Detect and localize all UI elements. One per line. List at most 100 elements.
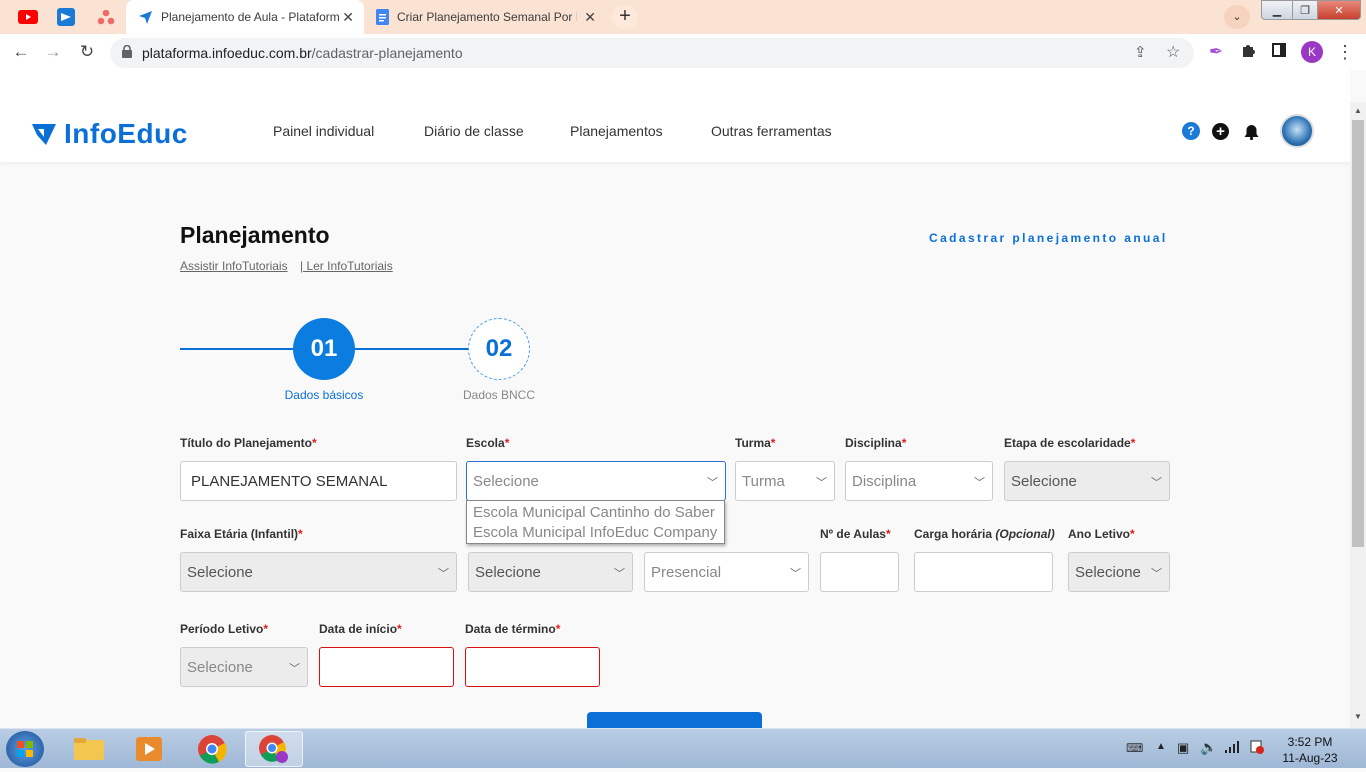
extension-quill-icon[interactable]: ✒	[1205, 42, 1227, 62]
chrome-icon[interactable]	[183, 731, 241, 767]
label-data-termino: Data de término*	[465, 622, 561, 636]
add-plus-icon[interactable]: +	[1212, 123, 1229, 140]
clock-date: 11-Aug-23	[1282, 751, 1338, 765]
volume-icon[interactable]: 🔈	[1200, 739, 1217, 756]
infoeduc-favicon-icon	[138, 10, 153, 25]
link-assistir-infotutoriais[interactable]: Assistir InfoTutoriais	[180, 259, 288, 273]
reload-icon[interactable]: ↻	[76, 42, 98, 62]
network-signal-icon[interactable]	[1224, 740, 1240, 759]
taskbar-clock[interactable]: 3:52 PM 11-Aug-23	[1276, 734, 1344, 766]
chevron-down-icon: ﹀	[1151, 477, 1162, 489]
escola-dropdown-list: Escola Municipal Cantinho do Saber Escol…	[466, 500, 725, 544]
lock-icon	[122, 44, 132, 63]
escola-option[interactable]: Escola Municipal InfoEduc Company	[473, 523, 724, 543]
tab-planejamento[interactable]: Planejamento de Aula - Plataform ✕	[126, 0, 364, 34]
pinned-tab-trello-icon[interactable]	[54, 6, 78, 28]
new-tab-button[interactable]: +	[612, 5, 638, 29]
label-data-inicio: Data de início*	[319, 622, 402, 636]
chevron-down-icon: ﹀	[614, 568, 625, 580]
tray-chevron-icon[interactable]: ▲	[1156, 741, 1166, 752]
select-middle[interactable]: Selecione ﹀	[468, 552, 633, 592]
label-etapa: Etapa de escolaridade*	[1004, 436, 1136, 450]
file-explorer-icon[interactable]	[60, 731, 118, 767]
chevron-down-icon: ﹀	[438, 568, 449, 580]
pinned-tab-asana-icon[interactable]	[94, 6, 118, 28]
step-02-label: Dados BNCC	[462, 388, 536, 402]
address-bar[interactable]: plataforma.infoeduc.com.br/cadastrar-pla…	[110, 38, 1194, 68]
faixa-etaria-select[interactable]: Selecione ﹀	[180, 552, 457, 592]
periodo-letivo-select[interactable]: Selecione ﹀	[180, 647, 308, 687]
carga-horaria-input[interactable]	[914, 552, 1053, 592]
bookmark-star-icon[interactable]: ☆	[1166, 42, 1180, 62]
close-window-icon[interactable]: ✕	[1317, 0, 1361, 20]
google-docs-icon	[376, 9, 389, 25]
menu-kebab-icon[interactable]: ⋮	[1334, 42, 1356, 63]
label-escola: Escola*	[466, 436, 510, 450]
turma-select[interactable]: Turma ﹀	[735, 461, 835, 501]
help-icon[interactable]: ?	[1182, 122, 1200, 140]
tab-criar-planejamento[interactable]: Criar Planejamento Semanal Por I ✕	[366, 0, 606, 34]
escola-select[interactable]: Selecione ﹀	[466, 461, 726, 501]
tray-device-icon[interactable]: ▣	[1177, 740, 1189, 756]
action-center-flag-icon[interactable]	[1250, 740, 1264, 759]
close-tab-icon[interactable]: ✕	[342, 9, 354, 26]
label-ano-letivo: Ano Letivo*	[1068, 527, 1135, 541]
logo-text: InfoEduc	[64, 118, 188, 149]
close-tab-icon[interactable]: ✕	[584, 9, 596, 26]
tab-title: Planejamento de Aula - Plataform	[161, 10, 340, 24]
tab-search-chevron-icon[interactable]: ⌄	[1224, 5, 1250, 29]
disciplina-select[interactable]: Disciplina ﹀	[845, 461, 993, 501]
url-domain: plataforma.infoeduc.com.br	[142, 45, 312, 61]
extensions-puzzle-icon[interactable]	[1237, 42, 1259, 62]
data-termino-input[interactable]	[465, 647, 600, 687]
bell-icon[interactable]	[1242, 123, 1260, 141]
url-path: /cadastrar-planejamento	[311, 45, 463, 61]
user-avatar[interactable]	[1280, 114, 1314, 148]
chevron-down-icon: ﹀	[707, 477, 718, 489]
ano-letivo-select[interactable]: Selecione ﹀	[1068, 552, 1170, 592]
modalidade-select[interactable]: Presencial ﹀	[644, 552, 809, 592]
minimize-icon[interactable]: ▁	[1261, 0, 1293, 20]
scroll-down-icon[interactable]: ▼	[1354, 712, 1362, 721]
maximize-icon[interactable]: ❐	[1292, 0, 1318, 20]
nav-painel-individual[interactable]: Painel individual	[273, 123, 374, 139]
keyboard-icon[interactable]: ⌨	[1126, 741, 1143, 755]
num-aulas-input[interactable]	[820, 552, 899, 592]
etapa-select[interactable]: Selecione ﹀	[1004, 461, 1170, 501]
infoeduc-logo[interactable]: InfoEduc	[32, 118, 188, 150]
scrollbar-thumb[interactable]	[1352, 120, 1364, 547]
chevron-down-icon: ﹀	[289, 663, 300, 675]
chrome-profile-icon[interactable]	[245, 731, 303, 767]
data-inicio-input[interactable]	[319, 647, 454, 687]
label-faixa-etaria: Faixa Etária (Infantil)*	[180, 527, 303, 541]
media-player-icon[interactable]	[120, 731, 178, 767]
step-01-circle[interactable]: 01	[293, 318, 355, 380]
profile-avatar[interactable]: K	[1301, 41, 1323, 63]
label-disciplina: Disciplina*	[845, 436, 907, 450]
link-cadastrar-planejamento-anual[interactable]: Cadastrar planejamento anual	[929, 231, 1168, 245]
titulo-input[interactable]: PLANEJAMENTO SEMANAL	[180, 461, 457, 501]
scroll-up-icon[interactable]: ▲	[1354, 106, 1362, 115]
page-title: Planejamento	[180, 222, 330, 248]
page-content: InfoEduc Painel individual Diário de cla…	[0, 70, 1350, 728]
stepper-line	[180, 348, 294, 350]
tab-title: Criar Planejamento Semanal Por I	[397, 10, 577, 24]
start-button[interactable]	[6, 731, 44, 767]
nav-planejamentos[interactable]: Planejamentos	[570, 123, 663, 139]
chevron-down-icon: ﹀	[1151, 568, 1162, 580]
side-panel-icon[interactable]	[1268, 42, 1290, 62]
label-num-aulas: Nº de Aulas*	[820, 527, 891, 541]
page-scrollbar[interactable]: ▲ ▼	[1350, 102, 1366, 728]
escola-option[interactable]: Escola Municipal Cantinho do Saber	[473, 503, 724, 523]
chevron-down-icon: ﹀	[816, 477, 827, 489]
label-periodo-letivo: Período Letivo*	[180, 622, 269, 636]
forward-arrow-icon[interactable]: →	[42, 42, 64, 62]
nav-outras-ferramentas[interactable]: Outras ferramentas	[711, 123, 832, 139]
youtube-icon[interactable]	[16, 6, 40, 28]
step-02-circle[interactable]: 02	[468, 318, 530, 380]
nav-diario-de-classe[interactable]: Diário de classe	[424, 123, 524, 139]
share-icon[interactable]: ⇪	[1134, 43, 1147, 61]
label-titulo: Título do Planejamento*	[180, 436, 317, 450]
back-arrow-icon[interactable]: ←	[10, 42, 32, 62]
link-ler-infotutoriais[interactable]: | Ler InfoTutoriais	[300, 259, 393, 273]
